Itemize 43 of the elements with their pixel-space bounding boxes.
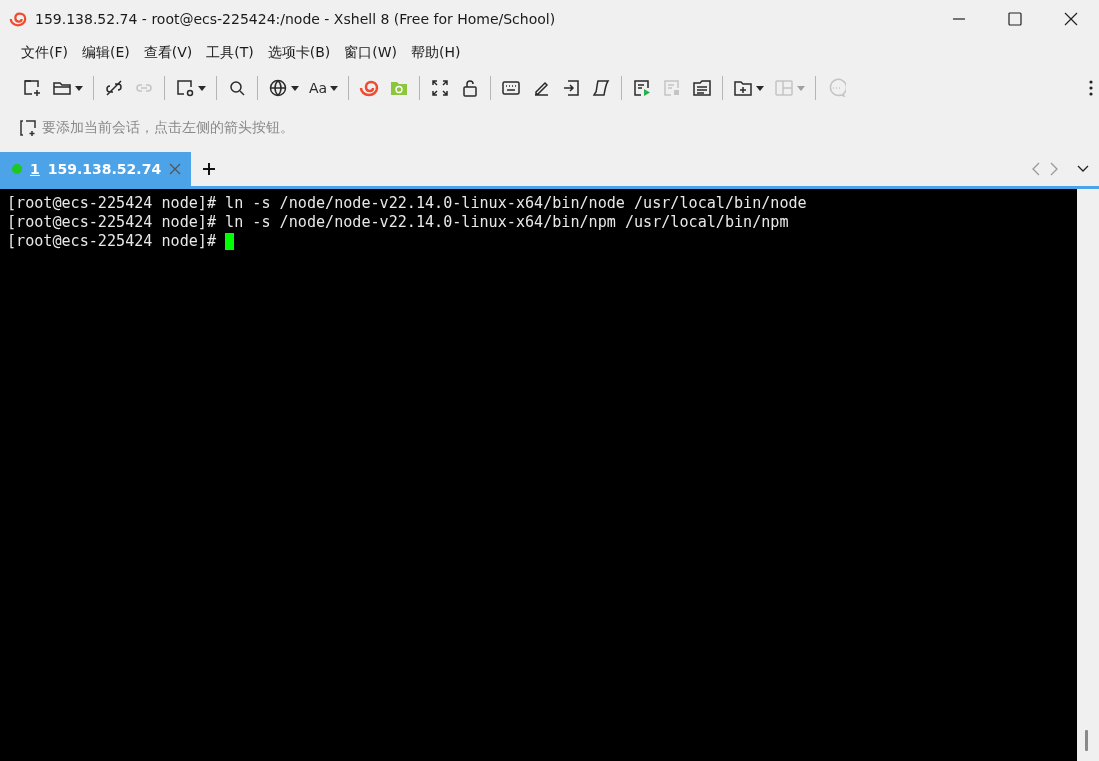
document-icon <box>692 78 713 98</box>
tab-number: 1 <box>30 161 40 177</box>
caret-icon <box>756 85 765 91</box>
close-icon <box>1064 12 1078 26</box>
layout-icon <box>774 78 795 98</box>
keyboard-icon <box>501 78 522 98</box>
window-title: 159.138.52.74 - root@ecs-225424:/node - Xshell 8 (Free for Home/School) <box>35 11 557 27</box>
font-button[interactable]: Aa <box>305 77 343 99</box>
spiral-logo-icon <box>9 10 27 28</box>
close-icon[interactable] <box>169 163 182 175</box>
menu-item[interactable]: 选项卡(B) <box>260 41 338 65</box>
terminal-line: [root@ecs-225424 node]# ln -s /node/node-v22.14.0-linux-x64/bin/node /usr/local/bin/node <box>7 194 807 213</box>
scrollbar-thumb[interactable] <box>1085 730 1088 751</box>
maximize-icon <box>1008 12 1022 26</box>
session-hint: 要添加当前会话，点击左侧的箭头按钮。 <box>42 119 294 137</box>
menu-item[interactable]: 文件(F) <box>14 41 75 65</box>
menu-item[interactable]: 窗口(W) <box>337 41 405 65</box>
terminal-line: [root@ecs-225424 node]# ln -s /node/node-v22.14.0-linux-x64/bin/npm /usr/local/bin/npm <box>7 213 789 232</box>
properties-icon <box>175 78 195 98</box>
tab-label: 159.138.52.74 <box>47 161 162 177</box>
caret-icon <box>797 85 806 91</box>
caret-icon <box>330 85 339 91</box>
fullscreen-icon <box>430 78 451 98</box>
unlink-icon <box>104 78 124 98</box>
terminal-line: [root@ecs-225424 node]# <box>7 232 217 251</box>
enter-box-icon <box>561 78 582 98</box>
menu-item[interactable]: 帮助(H) <box>404 41 468 65</box>
new-session-icon <box>22 78 42 98</box>
caret-icon <box>75 85 83 91</box>
menu-item[interactable]: 工具(T) <box>199 41 261 65</box>
add-session-icon[interactable] <box>18 118 38 138</box>
scroll-icon <box>591 78 612 98</box>
caret-icon <box>198 85 206 91</box>
new-folder-icon <box>733 78 754 98</box>
menu-item[interactable]: 查看(V) <box>136 41 200 65</box>
menu-item[interactable]: 编辑(E) <box>75 41 137 65</box>
record-icon <box>632 78 653 98</box>
globe-icon <box>268 78 288 98</box>
caret-icon <box>291 85 299 91</box>
more-button[interactable] <box>1089 80 1093 96</box>
spiral-logo-icon <box>359 78 380 98</box>
search-icon <box>227 78 247 98</box>
plus-icon <box>203 163 216 175</box>
